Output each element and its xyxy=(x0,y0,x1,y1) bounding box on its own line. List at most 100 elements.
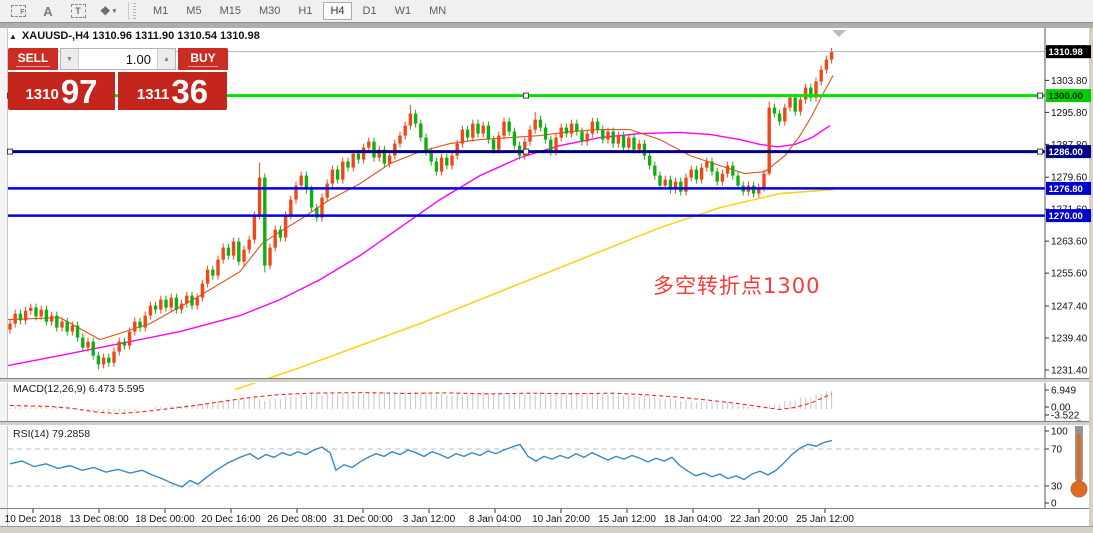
candle-body xyxy=(638,144,641,150)
price-badge-label: 1270.00 xyxy=(1049,211,1083,222)
candle-body xyxy=(404,126,407,136)
time-axis-label: 20 Dec 16:00 xyxy=(201,514,261,525)
candle-body xyxy=(456,144,459,156)
toolbar-grip[interactable] xyxy=(133,3,138,19)
line-handle[interactable] xyxy=(524,93,529,98)
candle-body xyxy=(622,136,625,148)
candle-body xyxy=(81,338,84,348)
candle-body xyxy=(8,324,11,330)
tab-mn[interactable]: MN xyxy=(422,2,453,20)
tab-h4[interactable]: H4 xyxy=(323,2,351,20)
macd-panel-separator[interactable] xyxy=(0,378,1089,383)
rsi-panel-separator[interactable] xyxy=(0,421,1089,426)
candle-body xyxy=(133,322,136,332)
ma-fast-line xyxy=(8,76,833,340)
candle-body xyxy=(825,60,828,70)
candle-body xyxy=(508,122,511,132)
rsi-line xyxy=(10,440,832,487)
candle-body xyxy=(300,176,303,186)
buy-button[interactable]: BUY xyxy=(178,48,228,70)
candle-body xyxy=(653,166,656,176)
candle-body xyxy=(190,296,193,306)
candle-body xyxy=(601,130,604,140)
buy-button-label: BUY xyxy=(188,51,217,67)
selection-box-f-glyph: F xyxy=(11,5,26,17)
candle-body xyxy=(216,260,219,276)
sell-price-box[interactable]: 1310 97 xyxy=(8,72,115,110)
candle-body xyxy=(414,114,417,124)
price-tick-label: 1303.80 xyxy=(1051,76,1088,87)
candle-body xyxy=(679,182,682,192)
candle-body xyxy=(476,124,479,134)
line-handle[interactable] xyxy=(1038,93,1043,98)
candle-body xyxy=(232,242,235,256)
tab-m15[interactable]: M15 xyxy=(213,2,248,20)
rsi-axis-label: 70 xyxy=(1051,445,1063,456)
selection-box-f-icon[interactable]: F xyxy=(6,2,30,20)
candle-body xyxy=(773,108,776,114)
macd-axis-label: -3.522 xyxy=(1051,411,1080,422)
shapes-icon[interactable]: ❖ ▾ xyxy=(96,2,120,20)
candle-body xyxy=(528,130,531,142)
candle-body xyxy=(617,136,620,144)
price-tick-label: 1295.80 xyxy=(1051,108,1088,119)
tab-m1[interactable]: M1 xyxy=(146,2,175,20)
candle-body xyxy=(721,174,724,182)
candle-body xyxy=(471,124,474,138)
candle-body xyxy=(248,240,251,250)
candle-body xyxy=(643,144,646,156)
time-axis-label: 25 Jan 12:00 xyxy=(796,514,854,525)
candle-body xyxy=(66,322,69,332)
collapse-arrow-icon[interactable]: ▲ xyxy=(9,32,17,41)
candle-body xyxy=(398,136,401,144)
candle-body xyxy=(274,230,277,248)
candle-body xyxy=(731,166,734,176)
candle-body xyxy=(118,342,121,352)
candle-body xyxy=(393,144,396,156)
candle-body xyxy=(76,326,79,338)
chart-annotation-text: 多空转折点1300 xyxy=(653,270,820,300)
macd-axis-label: 6.949 xyxy=(1051,386,1076,397)
candle-body xyxy=(549,140,552,152)
candle-body xyxy=(92,342,95,356)
line-handle[interactable] xyxy=(524,149,529,154)
buy-price-box[interactable]: 1311 36 xyxy=(118,72,227,110)
candle-body xyxy=(830,52,833,60)
tab-m30[interactable]: M30 xyxy=(252,2,287,20)
volume-input[interactable]: 1.00 xyxy=(79,49,157,69)
candle-body xyxy=(695,170,698,180)
chart-title: ▲ XAUUSD-,H4 1310.96 1311.90 1310.54 131… xyxy=(9,30,260,42)
candle-body xyxy=(222,248,225,260)
candle-body xyxy=(34,308,37,317)
candle-body xyxy=(331,170,334,184)
line-handle[interactable] xyxy=(1038,149,1043,154)
tab-w1[interactable]: W1 xyxy=(388,2,419,20)
candle-body xyxy=(466,130,469,138)
text-a-icon[interactable]: A xyxy=(36,2,60,20)
rsi-axis-label: 100 xyxy=(1051,427,1068,438)
volume-decrease-button[interactable]: ▼ xyxy=(61,49,79,69)
candle-body xyxy=(762,174,765,188)
volume-increase-button[interactable]: ▲ xyxy=(157,49,175,69)
candle-body xyxy=(570,124,573,134)
candle-body xyxy=(648,156,651,166)
candle-body xyxy=(164,300,167,308)
sell-price-fraction: 97 xyxy=(61,75,98,108)
candle-body xyxy=(627,138,630,148)
text-label-icon[interactable]: T xyxy=(66,2,90,20)
candle-body xyxy=(14,314,17,324)
candle-body xyxy=(539,120,542,128)
candle-body xyxy=(534,120,537,130)
sell-price-integer: 1310 xyxy=(25,82,58,108)
tab-d1[interactable]: D1 xyxy=(356,2,384,20)
candle-body xyxy=(211,270,214,276)
candle-body xyxy=(102,358,105,365)
price-badge-label: 1300.00 xyxy=(1049,91,1083,102)
time-axis-label: 22 Jan 20:00 xyxy=(730,514,788,525)
sell-button[interactable]: SELL xyxy=(8,48,58,70)
candle-body xyxy=(175,298,178,310)
tab-m5[interactable]: M5 xyxy=(179,2,208,20)
line-handle[interactable] xyxy=(8,149,13,154)
tab-h1[interactable]: H1 xyxy=(291,2,319,20)
chart-shift-marker-icon[interactable] xyxy=(832,30,846,37)
